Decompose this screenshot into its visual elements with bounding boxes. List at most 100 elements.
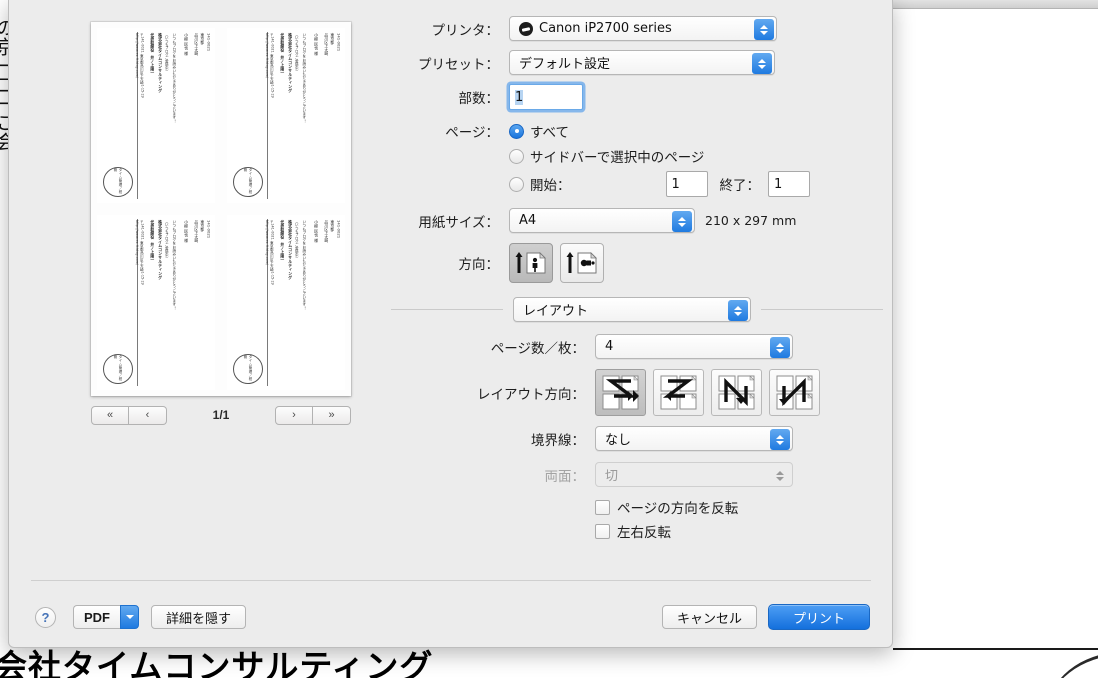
- pages-option-sidebar[interactable]: サイドバーで選択中のページ: [509, 146, 704, 166]
- layout-direction-n-down-left-button[interactable]: [769, 369, 820, 416]
- orientation-portrait-button[interactable]: [509, 243, 553, 283]
- postcard-stamp-text: タイム管理／税務: [243, 168, 252, 194]
- postcard-stamp: タイム管理／税務: [103, 354, 133, 384]
- postcard-postal: 141-0021: [336, 33, 341, 52]
- pages-to-value: 1: [774, 176, 783, 192]
- border-value: なし: [605, 433, 632, 448]
- paper-size-value: A4: [519, 213, 537, 228]
- postcard-stamp: タイム管理／税務: [233, 354, 263, 384]
- postcard-url: http://www.ex-it-blog.com/: [135, 33, 139, 79]
- preview-next-page-button[interactable]: ›: [275, 405, 313, 425]
- border-select[interactable]: なし: [595, 426, 793, 451]
- layout-direction-n-down-right-button[interactable]: [711, 369, 762, 416]
- pages-option-all[interactable]: すべて: [509, 121, 569, 141]
- postcard-note: （いつもブログご愛読中）: [165, 33, 170, 73]
- layout-direction-z-left-down-button[interactable]: [653, 369, 704, 416]
- module-rule-left: [391, 309, 503, 310]
- postcard-address1: 東京都: [200, 33, 205, 45]
- pages-range-group: 開始： 1 終了： 1: [509, 171, 883, 197]
- postcard-address1: 東京都: [200, 220, 205, 232]
- postcard-greeting: いつもブログをお読みいただきありがとうございます！: [302, 33, 307, 123]
- postcard-recipient: 小柳 民也 様: [313, 33, 318, 56]
- copies-label: 部数：: [458, 91, 500, 107]
- postcard-address2: 品川区上大崎: [194, 33, 199, 56]
- preview-quadrant-2: 141-0021 東京都 品川区上大崎 小柳 民也 様 いつもブログをお読みいた…: [221, 22, 351, 209]
- postcard-recipient: 小柳 民也 様: [183, 33, 188, 56]
- reverse-orientation-row: ページの方向を反転: [391, 497, 883, 517]
- radio-pages-sidebar-icon: [509, 148, 524, 164]
- copies-input[interactable]: 1: [509, 84, 583, 110]
- pages-row-all: ページ： すべて: [391, 121, 883, 141]
- postcard-stamp-text: タイム管理／税務: [113, 168, 122, 194]
- module-value: レイアウト: [523, 304, 589, 319]
- postcard-preview: 141-0021 東京都 品川区上大崎 小柳 民也 様 いつもブログをお読みいた…: [97, 215, 215, 390]
- preview-last-page-button[interactable]: »: [313, 405, 351, 425]
- preview-first-page-button[interactable]: «: [91, 405, 129, 425]
- postcard-representative: 代表取締役 井ノ上陽一: [280, 33, 285, 75]
- help-button[interactable]: ?: [35, 606, 56, 628]
- preset-row: プリセット： デフォルト設定: [391, 50, 883, 75]
- postcard-note: （いつもブログご愛読中）: [165, 220, 170, 260]
- orientation-row: 方向：: [391, 243, 883, 283]
- pages-range-label: 開始：: [530, 178, 571, 194]
- print-preview-page: 141-0021 東京都 品川区上大崎 小柳 民也 様 いつもブログをお読みいた…: [91, 22, 351, 396]
- portrait-icon: [515, 252, 546, 274]
- postcard-url: http://www.ex-it-blog.com/: [265, 220, 269, 266]
- preview-navigation: « ‹ 1/1 › »: [91, 404, 351, 426]
- preview-nav-forward-group: › »: [275, 405, 351, 425]
- print-settings-pane: プリンタ： Canon iP2700 series プリセット： デフォルト設定…: [391, 16, 883, 550]
- print-button[interactable]: プリント: [767, 604, 870, 630]
- cancel-button[interactable]: キャンセル: [661, 605, 757, 629]
- flip-horizontal-checkbox[interactable]: 左右反転: [595, 521, 671, 541]
- postcard-postal: 141-0021: [206, 33, 211, 52]
- preview-page-indicator: 1/1: [212, 408, 230, 422]
- paper-size-dimensions: 210 x 297 mm: [705, 213, 797, 228]
- postcard-stamp: タイム管理／税務: [103, 167, 133, 197]
- pages-per-sheet-row: ページ数／枚： 4: [391, 334, 883, 359]
- postcard-representative: 代表取締役 井ノ上陽一: [280, 220, 285, 262]
- chevron-down-icon: [120, 605, 139, 629]
- background-window-titlebar: [893, 0, 1098, 9]
- layout-n-down-right-icon: [718, 375, 755, 410]
- pages-option-range[interactable]: 開始：: [509, 174, 571, 194]
- chevron-updown-icon: [770, 465, 790, 486]
- paper-size-select[interactable]: A4: [509, 208, 695, 233]
- copies-value: 1: [515, 89, 524, 105]
- radio-pages-range-icon: [509, 176, 524, 192]
- pages-row-sidebar: サイドバーで選択中のページ: [391, 146, 883, 166]
- chevron-updown-icon: [770, 429, 790, 450]
- landscape-icon: [566, 252, 597, 274]
- pages-from-input[interactable]: 1: [665, 171, 708, 197]
- printer-select[interactable]: Canon iP2700 series: [509, 16, 777, 41]
- layout-direction-row: レイアウト方向：: [391, 369, 883, 416]
- pdf-menu-button[interactable]: PDF: [73, 605, 139, 629]
- pages-per-sheet-select[interactable]: 4: [595, 334, 793, 359]
- flip-horizontal-label: 左右反転: [617, 525, 671, 541]
- postcard-recipient: 小柳 民也 様: [313, 220, 318, 243]
- paper-size-row: 用紙サイズ： A4 210 x 297 mm: [391, 208, 883, 233]
- preview-quadrant-4: 141-0021 東京都 品川区上大崎 小柳 民也 様 いつもブログをお読みいた…: [221, 209, 351, 396]
- preview-prev-page-button[interactable]: ‹: [129, 405, 167, 425]
- module-selector-row: レイアウト: [391, 297, 883, 322]
- pages-to-input[interactable]: 1: [768, 171, 810, 197]
- preview-nav-back-group: « ‹: [91, 405, 167, 425]
- chevron-updown-icon: [754, 19, 774, 40]
- printer-row: プリンタ： Canon iP2700 series: [391, 16, 883, 41]
- module-select[interactable]: レイアウト: [513, 297, 751, 322]
- preset-select[interactable]: デフォルト設定: [509, 50, 775, 75]
- layout-direction-z-right-down-button[interactable]: [595, 369, 646, 416]
- postcard-preview: 141-0021 東京都 品川区上大崎 小柳 民也 様 いつもブログをお読みいた…: [227, 215, 345, 390]
- preview-quadrant-1: 141-0021 東京都 品川区上大崎 小柳 民也 様 いつもブログをお読みいた…: [91, 22, 221, 209]
- postcard-preview: 141-0021 東京都 品川区上大崎 小柳 民也 様 いつもブログをお読みいた…: [227, 28, 345, 203]
- postcard-url: http://www.ex-it-blog.com/: [265, 33, 269, 79]
- pages-label: ページ：: [445, 125, 499, 141]
- checkbox-unchecked-icon: [595, 499, 610, 515]
- print-preview-pane: 141-0021 東京都 品川区上大崎 小柳 民也 様 いつもブログをお読みいた…: [23, 14, 383, 425]
- orientation-landscape-button[interactable]: [560, 243, 604, 283]
- two-sided-value: 切: [605, 469, 619, 484]
- chevron-updown-icon: [672, 211, 692, 232]
- flip-horizontal-row: 左右反転: [391, 521, 883, 541]
- hide-details-button[interactable]: 詳細を隠す: [151, 605, 247, 629]
- reverse-orientation-checkbox[interactable]: ページの方向を反転: [595, 497, 738, 517]
- radio-pages-all-icon: [509, 123, 524, 139]
